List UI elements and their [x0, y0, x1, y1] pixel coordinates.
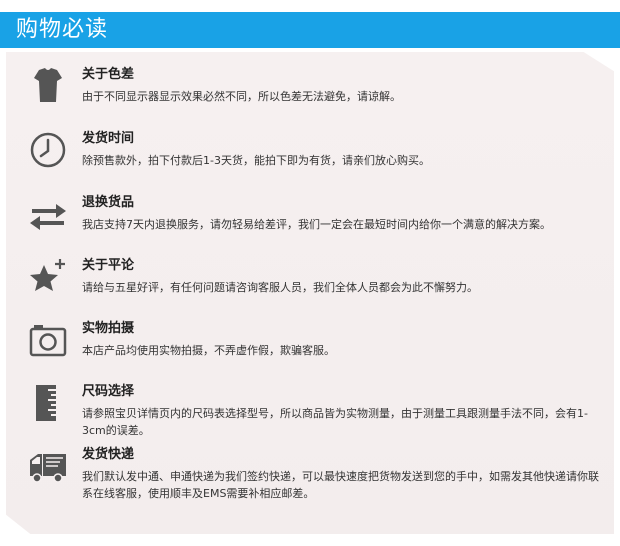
star-plus-icon: [28, 257, 68, 297]
item-title: 实物拍摄: [82, 321, 135, 336]
item-description: 本店产品均使用实物拍摄，不弄虚作假，欺骗客服。: [82, 344, 335, 357]
page-title: 购物必读: [16, 17, 109, 42]
item-description: 请给与五星好评，有任何问题请咨询客服人员，我们全体人员都会为此不懈努力。: [82, 281, 478, 294]
ruler-icon: [28, 383, 68, 423]
item-description: 请参照宝贝详情页内的尺码表选择型号，所以商品皆为实物测量，由于测量工具跟测量手法…: [82, 407, 588, 437]
item-description: 我们默认发中通、申通快递为我们签约快递，可以最快速度把货物发送到您的手中，如需发…: [82, 470, 599, 500]
camera-icon: [28, 320, 68, 360]
item-description: 由于不同显示器显示效果必然不同，所以色差无法避免，请谅解。: [82, 90, 401, 103]
item-title: 关于平论: [82, 258, 135, 273]
item-title: 发货时间: [82, 131, 135, 146]
clock-icon: [28, 130, 68, 170]
item-title: 退换货品: [82, 195, 135, 210]
item-description: 我店支持7天内退换服务，请勿轻易给差评，我们一定会在最短时间内给你一个满意的解决…: [82, 218, 551, 231]
content-panel: 关于色差 由于不同显示器显示效果必然不同，所以色差无法避免，请谅解。 发货时间 …: [6, 52, 614, 534]
item-description: 除预售款外，拍下付款后1-3天货，能拍下即为有货，请亲们放心购买。: [82, 154, 430, 167]
header-bar: 购物必读: [0, 12, 620, 48]
tshirt-icon: [28, 66, 68, 106]
delivery-truck-icon: [28, 446, 68, 486]
exchange-arrows-icon: [28, 194, 68, 234]
item-title: 发货快递: [82, 447, 135, 462]
item-title: 关于色差: [82, 67, 135, 82]
item-title: 尺码选择: [82, 384, 135, 399]
